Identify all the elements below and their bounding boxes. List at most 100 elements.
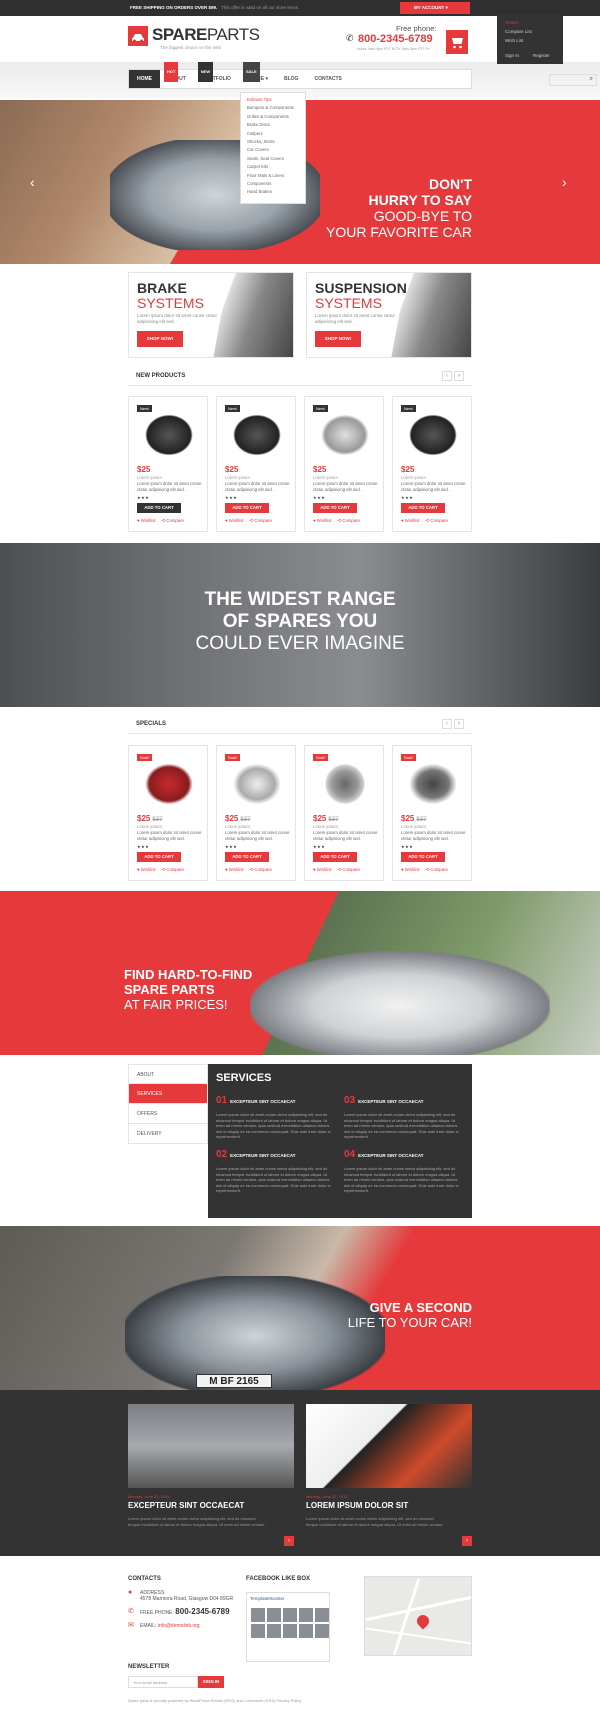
wishlist-link[interactable]: ♥ Wishlist — [225, 518, 244, 524]
avatar[interactable] — [315, 1608, 329, 1622]
compare-link[interactable]: ⟲ Compare — [250, 867, 272, 873]
compare-link[interactable]: ⟲ Compare — [250, 518, 272, 524]
product-card[interactable]: Sale! $25 $37 Lorem ipsum Lorem ipsum dol… — [304, 745, 384, 881]
site-logo[interactable]: SPAREPARTS — [152, 25, 260, 45]
exhaust-tip-image[interactable] — [317, 411, 373, 459]
newsletter-email-input[interactable]: Your email address — [128, 1676, 198, 1688]
compare-link[interactable]: ⟲ Compare — [426, 867, 448, 873]
product-name[interactable]: Lorem ipsum — [401, 475, 426, 480]
sign-in-link[interactable]: Sign In — [505, 53, 519, 58]
dropdown-item[interactable]: Car Covers — [247, 147, 299, 152]
nav-blog[interactable]: BLOG — [276, 70, 306, 88]
product-card[interactable]: New! $25 Lorem ipsum Lorem ipsum dolor s… — [392, 396, 472, 532]
bumper-image[interactable] — [229, 411, 285, 459]
wishlist-link[interactable]: ♥ Wishlist — [313, 518, 332, 524]
product-card[interactable]: New! $25 Lorem ipsum Lorem ipsum dolor s… — [304, 396, 384, 532]
compare-link[interactable]: ⟲ Compare — [162, 518, 184, 524]
dropdown-item[interactable]: Components — [247, 181, 299, 186]
dropdown-item[interactable]: Brake Discs — [247, 122, 299, 127]
dropdown-item[interactable]: Grilles & Components — [247, 114, 299, 119]
account-menu-orders[interactable]: Orders — [505, 20, 555, 25]
intake-manifold-image[interactable] — [405, 411, 461, 459]
add-to-cart-button[interactable]: ADD TO CART — [313, 503, 357, 513]
search-icon[interactable]: ⌕ — [590, 76, 593, 83]
compare-link[interactable]: ⟲ Compare — [162, 867, 184, 873]
facebook-like-box[interactable]: TemplateMonster — [246, 1592, 330, 1662]
product-card[interactable]: New! $25 Lorem ipsum Lorem ipsum dolor s… — [128, 396, 208, 532]
wishlist-link[interactable]: ♥ Wishlist — [225, 867, 244, 873]
shop-now-button[interactable]: SHOP NOW! — [137, 331, 183, 347]
wishlist-link[interactable]: ♥ Wishlist — [401, 867, 420, 873]
tab-services[interactable]: SERVICES — [128, 1084, 208, 1104]
product-name[interactable]: Lorem ipsum — [225, 475, 250, 480]
add-to-cart-button[interactable]: ADD TO CART — [137, 503, 181, 513]
read-more-arrow-icon[interactable]: › — [462, 1536, 472, 1546]
tab-offers[interactable]: OFFERS — [128, 1104, 208, 1124]
next-icon[interactable]: › — [454, 719, 464, 729]
add-to-cart-button[interactable]: ADD TO CART — [225, 852, 269, 862]
nav-portfolio[interactable]: NEW PORTFOLIO — [194, 62, 239, 88]
dropdown-item[interactable]: Hand Brakes — [247, 189, 299, 194]
add-to-cart-button[interactable]: ADD TO CART — [401, 503, 445, 513]
slider-next-arrow[interactable]: › — [562, 174, 567, 190]
add-to-cart-button[interactable]: ADD TO CART — [225, 503, 269, 513]
wishlist-link[interactable]: ♥ Wishlist — [401, 518, 420, 524]
tab-about[interactable]: ABOUT — [128, 1064, 208, 1084]
add-to-cart-button[interactable]: ADD TO CART — [137, 852, 181, 862]
nav-about[interactable]: HOTABOUT — [160, 62, 194, 88]
dropdown-item[interactable]: Calipers — [247, 131, 299, 136]
compare-link[interactable]: ⟲ Compare — [426, 518, 448, 524]
location-map[interactable] — [364, 1576, 472, 1656]
nav-store[interactable]: SALESTORE ▾ — [239, 62, 276, 88]
nav-home[interactable]: HOME — [129, 70, 160, 88]
dropdown-item[interactable]: Exhaust Tips — [247, 97, 299, 102]
add-to-cart-button[interactable]: ADD TO CART — [401, 852, 445, 862]
gasket-kit-image[interactable] — [405, 760, 461, 808]
wishlist-link[interactable]: ♥ Wishlist — [137, 518, 156, 524]
cart-button[interactable] — [446, 30, 468, 54]
car-logo-icon[interactable] — [128, 26, 148, 46]
map-pin-icon[interactable] — [414, 1612, 432, 1630]
shop-now-button[interactable]: SHOP NOW! — [315, 331, 361, 347]
post-image[interactable] — [306, 1404, 472, 1488]
account-menu-compare[interactable]: Compare List — [505, 29, 555, 34]
tab-delivery[interactable]: DELIVERY — [128, 1124, 208, 1144]
product-name[interactable]: Lorem ipsum — [313, 824, 338, 829]
slider-prev-arrow[interactable]: ‹ — [30, 174, 35, 190]
avatar[interactable] — [315, 1624, 329, 1638]
product-name[interactable]: Lorem ipsum — [225, 824, 250, 829]
prev-icon[interactable]: ‹ — [442, 371, 452, 381]
newsletter-signin-button[interactable]: SIGN IN — [198, 1676, 224, 1688]
post-title[interactable]: EXCEPTEUR SINT OCCAECAT — [128, 1501, 294, 1510]
product-name[interactable]: Lorem ipsum — [137, 824, 162, 829]
headlight-image[interactable] — [141, 411, 197, 459]
email-link[interactable]: info@demolink.org — [158, 1623, 200, 1629]
dropdown-item[interactable]: Carpet Kits — [247, 164, 299, 169]
search-input[interactable]: ⌕ — [549, 74, 597, 86]
avatar[interactable] — [283, 1624, 297, 1638]
my-account-button[interactable]: MY ACCOUNT ▾ — [400, 2, 470, 14]
post-title[interactable]: LOREM IPSUM DOLOR SIT — [306, 1501, 472, 1510]
product-card[interactable]: Sale! $25 $37 Lorem ipsum Lorem ipsum dol… — [216, 745, 296, 881]
nav-contacts[interactable]: CONTACTS — [306, 70, 349, 88]
post-image[interactable] — [128, 1404, 294, 1488]
dropdown-item[interactable]: Floor Mats & Liners — [247, 173, 299, 178]
facebook-page-name[interactable]: TemplateMonster — [247, 1593, 329, 1604]
avatar[interactable] — [299, 1624, 313, 1638]
bull-bar-image[interactable] — [229, 760, 285, 808]
add-to-cart-button[interactable]: ADD TO CART — [313, 852, 357, 862]
wishlist-link[interactable]: ♥ Wishlist — [313, 867, 332, 873]
avatar[interactable] — [251, 1624, 265, 1638]
product-card[interactable]: Sale! $25 $37 Lorem ipsum Lorem ipsum dol… — [392, 745, 472, 881]
dropdown-item[interactable]: Shocks, Struts — [247, 139, 299, 144]
avatar[interactable] — [283, 1608, 297, 1622]
avatar[interactable] — [267, 1608, 281, 1622]
avatar[interactable] — [299, 1608, 313, 1622]
round-filter-image[interactable] — [317, 760, 373, 808]
account-menu-wishlist[interactable]: Wish List — [505, 38, 555, 43]
avatar[interactable] — [251, 1608, 265, 1622]
register-link[interactable]: Register — [533, 53, 550, 58]
prev-icon[interactable]: ‹ — [442, 719, 452, 729]
dropdown-item[interactable]: Seats, Seat Covers — [247, 156, 299, 161]
product-name[interactable]: Lorem ipsum — [401, 824, 426, 829]
